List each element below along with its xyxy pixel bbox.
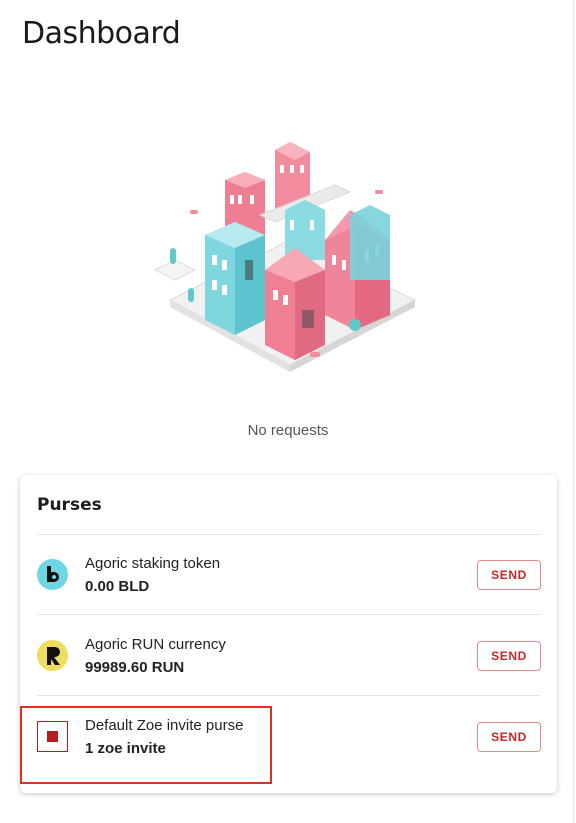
divider <box>37 695 540 696</box>
send-button[interactable]: SEND <box>477 722 541 752</box>
no-requests-message: No requests <box>247 422 329 439</box>
purse-amount: 99989.60 RUN <box>85 659 185 676</box>
divider <box>37 614 540 615</box>
purse-amount: 0.00 BLD <box>85 578 150 595</box>
city-illustration <box>153 142 417 372</box>
purse-name: Agoric RUN currency <box>85 636 226 653</box>
purse-row-run: Agoric RUN currency 99989.60 RUN SEND <box>20 616 557 696</box>
send-button[interactable]: SEND <box>477 641 541 671</box>
highlight-annotation <box>20 706 272 784</box>
window-edge <box>573 0 574 823</box>
page-title: Dashboard <box>22 16 181 51</box>
purses-title: Purses <box>37 495 102 515</box>
bld-token-icon <box>37 559 68 590</box>
run-token-icon <box>37 640 68 671</box>
send-button[interactable]: SEND <box>477 560 541 590</box>
purse-row-bld: Agoric staking token 0.00 BLD SEND <box>20 535 557 615</box>
purse-name: Agoric staking token <box>85 555 221 572</box>
